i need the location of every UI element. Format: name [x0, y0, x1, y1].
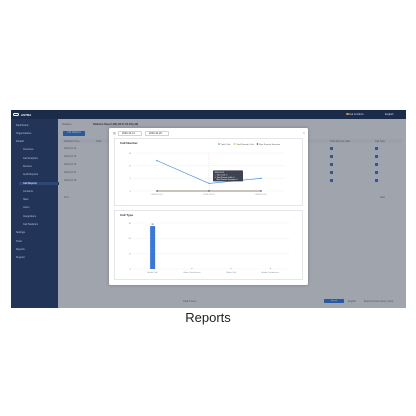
user-menu[interactable]: Hai & Admin [346, 113, 364, 116]
y-tick-label: 5 [130, 178, 132, 180]
bar [230, 268, 232, 269]
logo-icon [13, 112, 19, 116]
legend-marker [233, 143, 236, 145]
sidebar-item[interactable]: Users [23, 206, 30, 209]
sidebar-item[interactable]: Default [16, 140, 24, 143]
x-tick-label: Video Call [226, 272, 236, 274]
user-name: Hai & Admin [349, 112, 364, 116]
x-tick-label: Audio Conference [262, 271, 280, 274]
x-tick-label: 2020-10-15 [203, 194, 215, 196]
sidebar-item[interactable]: Organizations [16, 132, 31, 135]
sidebar-item[interactable]: Support [16, 256, 25, 259]
sidebar-item[interactable]: Dashboard [16, 124, 28, 127]
call-number-card: Call Number 0 5 10 15 2020-10-14 2020-10-15 20… [114, 138, 303, 206]
sidebar-item[interactable]: Integrations [23, 215, 36, 218]
x-tick-label: 2020-10-14 [151, 194, 163, 196]
call-type-card: Call Type 0 10 20 30 28 Audio Call Video Confe… [114, 210, 303, 280]
language-label: English [385, 112, 394, 116]
call-number-chart: 0 5 10 15 2020-10-14 2020-10-15 2020-10-16 Tota… [129, 143, 285, 196]
legend-label: Max Remote Sessions [259, 143, 280, 146]
legend-marker [256, 143, 259, 145]
legend-marker [218, 143, 220, 145]
statistics-modal: ▦ 2020-10-14 2020-10-20 × Call Number 05… [109, 128, 308, 285]
x-tick-label: 2020-10-16 [255, 194, 267, 196]
date-from-input[interactable]: 2020-10-14 [118, 130, 142, 136]
y-tick-label: 0 [130, 191, 132, 193]
calendar-icon: ▦ [113, 131, 116, 135]
sidebar-item[interactable]: Reports [16, 248, 25, 251]
bar [191, 268, 193, 269]
sidebar: Dashboard Organizations Default Overview Cal… [11, 119, 59, 308]
y-tick-label: 0 [130, 269, 132, 271]
sidebar-item[interactable]: Call Reports [19, 181, 59, 185]
data-point [156, 190, 158, 192]
date-to-input[interactable]: 2020-10-20 [145, 130, 169, 136]
x-tick-label: Audio Call [148, 271, 158, 274]
y-tick-label: 20 [129, 238, 132, 240]
bar [269, 268, 271, 269]
bar-value-label: 28 [151, 224, 154, 226]
sidebar-item[interactable]: Overview [23, 148, 33, 151]
sidebar-item[interactable]: Audit Reports [23, 173, 38, 176]
bar [150, 226, 156, 269]
sidebar-item[interactable]: Settings [16, 231, 25, 234]
data-point [156, 159, 158, 162]
app-logo: ASTRA [21, 113, 32, 117]
top-bar: ASTRA Hai & Admin English [11, 110, 406, 119]
y-tick-label: 15 [129, 153, 132, 155]
caption: Reports [185, 310, 231, 325]
sidebar-item[interactable]: Call Statistics [23, 223, 38, 226]
call-type-chart: 0 10 20 30 28 Audio Call Video Conference Video… [129, 222, 290, 274]
sidebar-item[interactable]: Tools [16, 240, 22, 243]
legend-label: Total Remote Calls [236, 143, 253, 146]
y-tick-label: 10 [129, 165, 132, 167]
close-icon[interactable]: × [303, 130, 305, 135]
data-point [260, 190, 262, 192]
y-tick-label: 30 [129, 223, 132, 225]
y-tick-label: 10 [129, 253, 132, 255]
sidebar-item[interactable]: Call Analytics [23, 157, 38, 160]
language-switch[interactable]: English [385, 113, 394, 116]
legend-label: Total Calls [221, 143, 231, 146]
tooltip-line: Max Remote Sessions: 0 [217, 178, 238, 181]
sidebar-item[interactable]: Sites [23, 198, 29, 201]
screenshot: ASTRA Hai & Admin English Dashboard Organ… [11, 110, 406, 308]
x-tick-label: Video Conference [183, 271, 201, 274]
sidebar-item[interactable]: Devices [23, 165, 32, 168]
data-point [260, 177, 262, 180]
sidebar-item[interactable]: Contacts [23, 190, 33, 193]
